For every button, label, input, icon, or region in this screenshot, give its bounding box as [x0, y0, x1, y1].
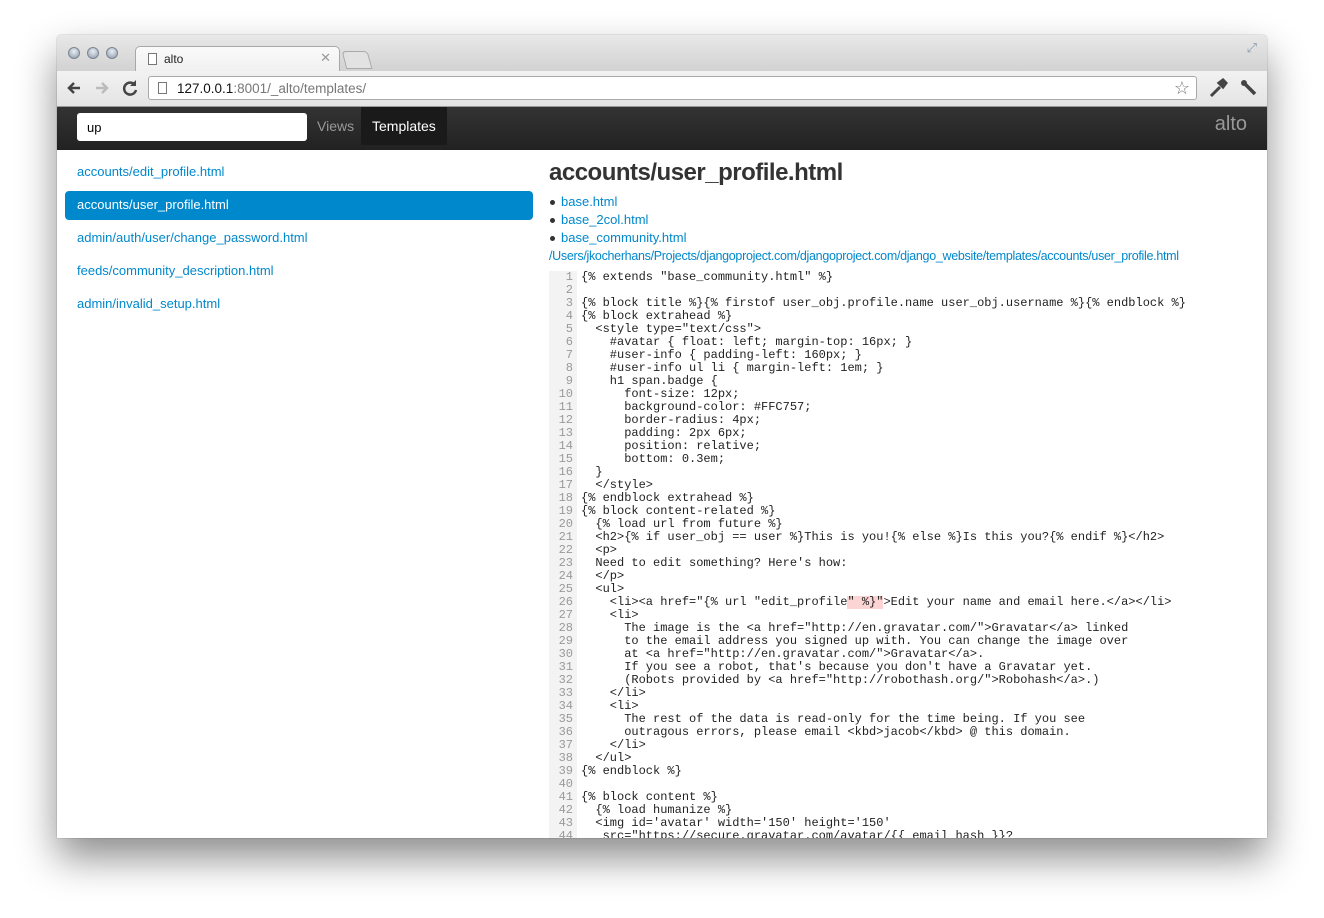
line-content: {% extends "base_community.html" %} [581, 270, 834, 284]
code-line: 15 bottom: 0.3em; [549, 453, 1261, 466]
code-line: 32 (Robots provided by <a href="http://r… [549, 674, 1261, 687]
url-text: 127.0.0.1:8001/_alto/templates/ [177, 81, 367, 96]
close-tab-icon[interactable]: ✕ [320, 50, 331, 66]
star-icon[interactable]: ☆ [1174, 78, 1190, 99]
template-list-item[interactable]: feeds/community_description.html [65, 257, 533, 286]
nav-templates[interactable]: Templates [361, 107, 447, 145]
page-icon [158, 82, 167, 94]
code-line: 26 <li><a href="{% url "edit_profile" %}… [549, 596, 1261, 609]
code-line: 44 src="https://secure.gravatar.com/avat… [549, 830, 1261, 838]
code-line: 36 outragous errors, please email <kbd>j… [549, 726, 1261, 739]
parent-link[interactable]: base.html [561, 194, 617, 209]
pen-icon[interactable] [1207, 77, 1229, 99]
code-line: 39 {% endblock %} [549, 765, 1261, 778]
parent-link[interactable]: base_community.html [561, 230, 686, 245]
line-content: (Robots provided by <a href="http://robo… [581, 673, 1100, 687]
template-list-item[interactable]: admin/invalid_setup.html [65, 290, 533, 319]
back-icon[interactable] [63, 77, 85, 99]
title-bar: alto ✕ ⤢ [57, 35, 1267, 72]
window-controls [68, 47, 118, 59]
zoom-window-button[interactable] [106, 47, 118, 59]
page-title: accounts/user_profile.html [549, 159, 843, 186]
line-content: <h2>{% if user_obj == user %}This is you… [581, 530, 1165, 544]
line-content: {% endblock %} [581, 764, 682, 778]
minimize-window-button[interactable] [87, 47, 99, 59]
template-list: accounts/edit_profile.html accounts/user… [65, 158, 533, 323]
line-content: src="https://secure.gravatar.com/avatar/… [581, 829, 1014, 839]
file-path-link[interactable]: /Users/jkocherhans/Projects/djangoprojec… [549, 247, 1261, 265]
nav-views[interactable]: Views [307, 107, 364, 150]
code-line: 23 Need to edit something? Here's how: [549, 557, 1261, 570]
parent-link[interactable]: base_2col.html [561, 212, 648, 227]
parent-item: base_2col.html [550, 211, 1261, 229]
line-content: outragous errors, please email <kbd>jaco… [581, 725, 1071, 739]
browser-toolbar: 127.0.0.1:8001/_alto/templates/ ☆ [57, 71, 1267, 107]
reload-icon[interactable] [119, 77, 141, 99]
close-window-button[interactable] [68, 47, 80, 59]
fullscreen-icon[interactable]: ⤢ [1247, 40, 1257, 56]
forward-icon[interactable] [91, 77, 113, 99]
template-list-item[interactable]: admin/auth/user/change_password.html [65, 224, 533, 253]
parent-templates: base.html base_2col.html base_community.… [549, 193, 1261, 247]
code-line: 33 </li> [549, 687, 1261, 700]
page-icon [148, 53, 157, 65]
code-line: 16 } [549, 466, 1261, 479]
code-line: 24 </p> [549, 570, 1261, 583]
parent-item: base_community.html [550, 229, 1261, 247]
template-detail: accounts/user_profile.html base.html bas… [549, 155, 1261, 838]
tab-title: alto [164, 52, 184, 66]
wrench-icon[interactable] [1238, 77, 1260, 99]
browser-window: alto ✕ ⤢ 127.0.0.1:8001/_alto/templates/… [57, 35, 1267, 838]
template-list-item-active[interactable]: accounts/user_profile.html [65, 191, 533, 220]
code-line: 37 </li> [549, 739, 1261, 752]
template-list-item[interactable]: accounts/edit_profile.html [65, 158, 533, 187]
app-navbar: Views Templates alto [57, 107, 1267, 150]
line-number: 44 [549, 830, 577, 838]
new-tab-button[interactable] [341, 51, 373, 69]
address-bar[interactable]: 127.0.0.1:8001/_alto/templates/ ☆ [148, 76, 1197, 100]
search-input[interactable] [77, 113, 307, 141]
code-line: 21 <h2>{% if user_obj == user %}This is … [549, 531, 1261, 544]
code-viewer: 1 {% extends "base_community.html" %} 2 3 {%… [549, 271, 1261, 838]
brand-logo[interactable]: alto [1215, 113, 1247, 136]
browser-tab[interactable]: alto ✕ [135, 46, 340, 72]
line-content: <li><a href="{% url "edit_profile" %}">E… [581, 595, 1172, 609]
code-line: 1 {% extends "base_community.html" %} [549, 271, 1261, 284]
parent-item: base.html [550, 193, 1261, 211]
